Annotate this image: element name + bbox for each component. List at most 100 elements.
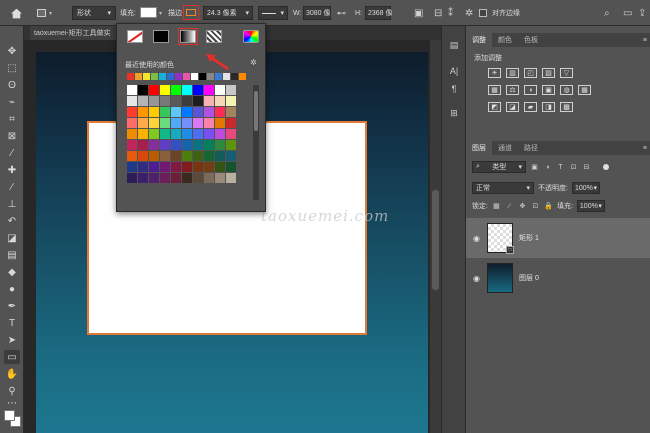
path-arrangement-icon[interactable]: ⁑	[448, 0, 453, 26]
more-tools-icon[interactable]: ⋯	[4, 396, 20, 410]
color-swatch[interactable]	[182, 162, 192, 172]
color-swatch[interactable]	[127, 118, 137, 128]
rectangle-tool-icon[interactable]: ▭	[4, 350, 20, 364]
color-swatch[interactable]	[215, 107, 225, 117]
layer-row[interactable]: ◉ □ 矩形 1	[466, 218, 650, 258]
frame-tool-icon[interactable]: ⊠	[4, 129, 20, 143]
stroke-width-field[interactable]: 24.3 像素 ▾	[203, 6, 253, 20]
marquee-tool-icon[interactable]: ⬚	[4, 61, 20, 75]
color-swatch[interactable]	[171, 173, 181, 183]
tab-layers[interactable]: 图层	[466, 141, 492, 155]
color-swatch[interactable]	[149, 162, 159, 172]
fill-input[interactable]: 100% ▾	[576, 200, 605, 212]
color-swatch[interactable]	[215, 96, 225, 106]
color-balance-icon[interactable]: ⚖	[506, 85, 519, 95]
history-brush-tool-icon[interactable]: ↶	[4, 214, 20, 228]
dodge-tool-icon[interactable]: ●	[4, 282, 20, 296]
color-swatch[interactable]	[127, 129, 137, 139]
color-swatch[interactable]	[193, 96, 203, 106]
color-swatch[interactable]	[171, 107, 181, 117]
layer-name[interactable]: 矩形 1	[519, 233, 539, 243]
link-icon[interactable]: ⊷	[337, 0, 346, 26]
color-swatch[interactable]	[127, 107, 137, 117]
color-swatch[interactable]	[171, 85, 181, 95]
layer-name[interactable]: 图层 0	[519, 273, 539, 283]
recent-color-swatch[interactable]	[191, 73, 198, 80]
posterize-icon[interactable]: ◪	[506, 102, 519, 112]
healing-brush-tool-icon[interactable]: ✚	[4, 163, 20, 177]
path-selection-tool-icon[interactable]: ➤	[4, 333, 20, 347]
color-swatch[interactable]	[149, 129, 159, 139]
properties-icon[interactable]: ⊞	[447, 106, 461, 120]
lock-transparent-icon[interactable]: ▦	[492, 202, 501, 211]
color-swatch[interactable]	[149, 151, 159, 161]
color-swatch[interactable]	[171, 118, 181, 128]
history-icon[interactable]: ▤	[447, 38, 461, 52]
curves-icon[interactable]: ◰	[524, 68, 537, 78]
share-icon[interactable]: ⇪	[638, 0, 646, 26]
color-swatch[interactable]	[204, 96, 214, 106]
color-swatch[interactable]	[215, 173, 225, 183]
color-swatch[interactable]	[204, 85, 214, 95]
height-input[interactable]: 2368 像	[365, 6, 393, 20]
layer-filter-select[interactable]: ⌕ 类型 ▾	[472, 161, 526, 173]
tab-color[interactable]: 颜色	[492, 33, 518, 47]
color-swatch[interactable]	[215, 140, 225, 150]
smart-object-filter-icon[interactable]: ⊟	[582, 163, 591, 172]
recent-color-swatch[interactable]	[183, 73, 190, 80]
color-picker-button[interactable]	[243, 30, 259, 43]
color-swatch[interactable]	[182, 129, 192, 139]
color-swatch[interactable]	[215, 162, 225, 172]
color-swatch[interactable]	[138, 96, 148, 106]
color-swatch[interactable]	[138, 118, 148, 128]
black-white-icon[interactable]: ◑	[524, 85, 537, 95]
tab-swatches[interactable]: 色板	[518, 33, 544, 47]
swatch-scrollbar[interactable]	[253, 85, 259, 200]
color-swatch[interactable]	[226, 85, 236, 95]
color-swatch[interactable]	[138, 151, 148, 161]
recent-color-swatch[interactable]	[215, 73, 222, 80]
photo-filter-icon[interactable]: ▣	[542, 85, 555, 95]
color-swatch[interactable]	[160, 118, 170, 128]
color-swatch[interactable]	[138, 173, 148, 183]
scrollbar-thumb[interactable]	[254, 91, 258, 131]
tab-channels[interactable]: 通道	[492, 141, 518, 155]
color-swatch[interactable]	[215, 129, 225, 139]
selective-color-icon[interactable]: ◨	[542, 102, 555, 112]
tab-adjustments[interactable]: 调整	[466, 33, 492, 47]
color-swatch[interactable]	[204, 151, 214, 161]
color-swatch[interactable]	[226, 151, 236, 161]
color-swatch[interactable]	[160, 140, 170, 150]
clone-stamp-tool-icon[interactable]: ⊥	[4, 197, 20, 211]
filter-toggle[interactable]	[603, 164, 609, 170]
color-swatch[interactable]	[182, 140, 192, 150]
color-swatch[interactable]	[149, 173, 159, 183]
tool-preset-picker[interactable]: ▾	[37, 0, 52, 26]
color-swatch[interactable]	[149, 85, 159, 95]
color-swatch[interactable]	[127, 140, 137, 150]
scrollbar-thumb[interactable]	[432, 190, 439, 290]
width-input[interactable]: 3080 像	[303, 6, 331, 20]
blend-mode-select[interactable]: 正常 ▾	[472, 182, 534, 194]
exposure-icon[interactable]: ▨	[542, 68, 555, 78]
color-swatch[interactable]	[215, 85, 225, 95]
gradient-tool-icon[interactable]: ▤	[4, 248, 20, 262]
gear-icon[interactable]: ✲	[250, 58, 257, 67]
color-swatch[interactable]	[138, 140, 148, 150]
color-swatch[interactable]	[127, 96, 137, 106]
threshold-icon[interactable]: ▰	[524, 102, 537, 112]
workspace-icon[interactable]: ▭	[623, 0, 632, 26]
color-swatch[interactable]	[193, 151, 203, 161]
color-swatch[interactable]	[182, 118, 192, 128]
color-swatch[interactable]	[193, 107, 203, 117]
color-swatch[interactable]	[204, 118, 214, 128]
color-swatch[interactable]	[160, 173, 170, 183]
tab-paths[interactable]: 路径	[518, 141, 544, 155]
color-swatch[interactable]	[193, 173, 203, 183]
brush-tool-icon[interactable]: ∕	[4, 180, 20, 194]
tool-mode-select[interactable]: 形状 ▾	[72, 6, 116, 20]
stroke-type-select[interactable]: ▾	[258, 6, 288, 20]
blur-tool-icon[interactable]: ◆	[4, 265, 20, 279]
lock-position-icon[interactable]: ✥	[518, 202, 527, 211]
hue-saturation-icon[interactable]: ▦	[488, 85, 501, 95]
